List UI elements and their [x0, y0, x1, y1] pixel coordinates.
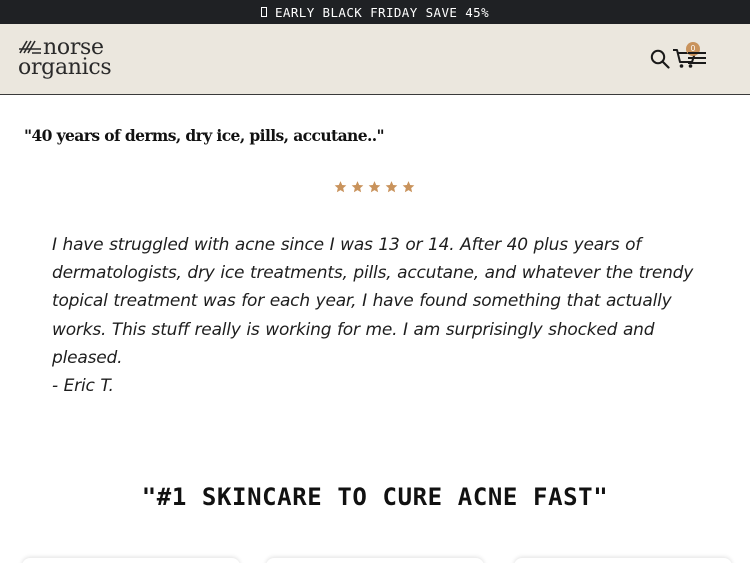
announcement-bar: EARLY BLACK FRIDAY SAVE 45% — [0, 0, 750, 24]
product-card[interactable] — [22, 558, 240, 563]
hamburger-line — [688, 62, 706, 64]
announcement-text: EARLY BLACK FRIDAY SAVE 45% — [275, 4, 489, 20]
star-icon — [402, 181, 415, 193]
review-body: I have struggled with acne since I was 1… — [52, 231, 702, 400]
star-icon — [334, 181, 347, 193]
star-icon — [351, 181, 364, 193]
logo-mark-icon — [19, 40, 41, 54]
logo-word-organics: organics — [18, 55, 112, 80]
product-card[interactable] — [266, 558, 484, 563]
brand-logo[interactable]: norse organics — [18, 37, 118, 81]
hamburger-menu-icon — [688, 52, 706, 54]
hamburger-menu-button[interactable] — [688, 52, 706, 66]
search-icon — [650, 49, 670, 69]
star-icon — [368, 181, 381, 193]
section-headline: "#1 SKINCARE TO CURE ACNE FAST" — [141, 483, 609, 511]
review-title: "40 years of derms, dry ice, pills, accu… — [24, 126, 385, 145]
review-author: - Eric T. — [52, 376, 114, 397]
search-button[interactable] — [650, 48, 670, 70]
review-text: I have struggled with acne since I was 1… — [52, 235, 694, 368]
star-rating — [333, 180, 416, 194]
hamburger-line — [688, 57, 706, 59]
star-icon — [385, 181, 398, 193]
product-card[interactable] — [514, 558, 732, 563]
site-header: norse organics 0 — [0, 24, 750, 95]
missing-glyph-icon — [261, 7, 267, 17]
